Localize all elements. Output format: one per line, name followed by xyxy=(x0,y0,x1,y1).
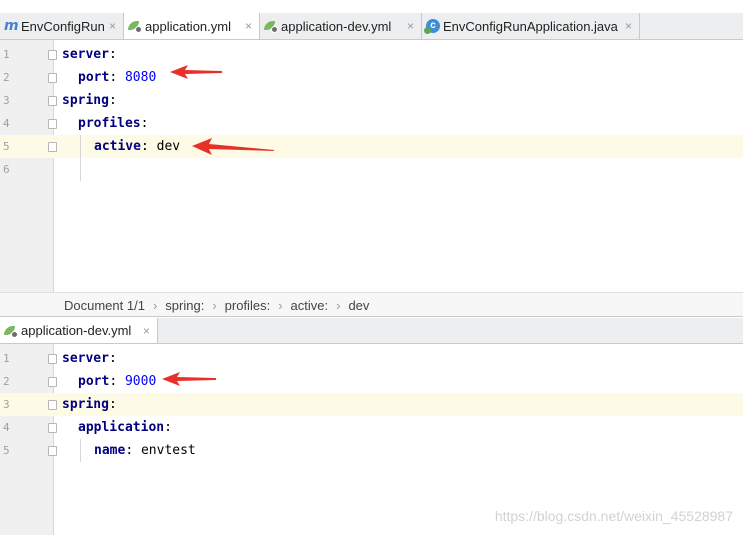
code-text: profiles: xyxy=(78,116,149,131)
line-number: 2 xyxy=(3,71,10,84)
editor-application-dev-yml[interactable]: 1 server: 2 port: 9000 3 spring: 4 appli… xyxy=(0,344,743,535)
code-line[interactable]: 4 application: xyxy=(0,416,743,439)
tab-envconfigrunapplication-java[interactable]: c EnvConfigRunApplication.java × xyxy=(422,13,640,39)
red-arrow-icon xyxy=(170,65,222,79)
breadcrumb-item[interactable]: profiles: xyxy=(225,298,271,313)
line-number: 3 xyxy=(3,398,10,411)
code-line-current[interactable]: 3 spring: xyxy=(0,393,743,416)
fold-icon[interactable] xyxy=(48,50,57,60)
fold-icon[interactable] xyxy=(48,400,57,410)
code-text: spring: xyxy=(62,93,117,108)
tab-label: EnvConfigRun xyxy=(21,18,105,34)
code-line[interactable]: 3 spring: xyxy=(0,89,743,112)
fold-icon[interactable] xyxy=(48,377,57,387)
tab-application-dev-yml[interactable]: application-dev.yml × xyxy=(260,13,422,39)
fold-icon[interactable] xyxy=(48,446,57,456)
editor-tab-bar: m EnvConfigRun × application.yml × appli… xyxy=(0,13,743,40)
close-icon[interactable]: × xyxy=(407,19,414,33)
line-number: 1 xyxy=(3,352,10,365)
fold-icon[interactable] xyxy=(48,354,57,364)
red-arrow-icon xyxy=(192,138,274,155)
spring-yml-icon xyxy=(4,324,18,338)
line-number: 6 xyxy=(3,163,10,176)
code-text: port: 8080 xyxy=(78,70,157,85)
tab-label: EnvConfigRunApplication.java xyxy=(443,18,618,34)
spring-yml-icon xyxy=(128,19,142,33)
fold-icon[interactable] xyxy=(48,96,57,106)
code-text: server: xyxy=(62,47,117,62)
code-line[interactable]: 6 xyxy=(0,158,743,181)
tab-label: application-dev.yml xyxy=(21,323,132,338)
breadcrumb: Document 1/1 › spring: › profiles: › active: › d… xyxy=(0,292,743,317)
breadcrumb-separator: › xyxy=(336,298,341,313)
code-line[interactable]: 5 name: envtest xyxy=(0,439,743,462)
split-tab-bar: application-dev.yml × xyxy=(0,318,743,344)
tab-application-dev-yml[interactable]: application-dev.yml × xyxy=(0,318,158,343)
line-number: 4 xyxy=(3,117,10,130)
fold-icon[interactable] xyxy=(48,423,57,433)
code-line[interactable]: 2 port: 8080 xyxy=(0,66,743,89)
code-text: port: 9000 xyxy=(78,374,157,389)
line-number: 3 xyxy=(3,94,10,107)
close-icon[interactable]: × xyxy=(245,19,252,33)
code-text: name: envtest xyxy=(94,443,196,458)
breadcrumb-item[interactable]: dev xyxy=(348,298,369,313)
code-line-current[interactable]: 5 active: dev xyxy=(0,135,743,158)
code-text: spring: xyxy=(62,397,117,412)
line-number: 4 xyxy=(3,421,10,434)
red-arrow-icon xyxy=(162,372,216,386)
breadcrumb-item[interactable]: active: xyxy=(291,298,329,313)
line-number: 2 xyxy=(3,375,10,388)
maven-m-icon: m xyxy=(4,18,19,34)
tab-application-yml[interactable]: application.yml × xyxy=(124,13,260,39)
breadcrumb-separator: › xyxy=(152,298,158,313)
line-number: 1 xyxy=(3,48,10,61)
fold-icon[interactable] xyxy=(48,73,57,83)
fold-icon[interactable] xyxy=(48,119,57,129)
breadcrumb-separator: › xyxy=(212,298,217,313)
code-line[interactable]: 2 port: 9000 xyxy=(0,370,743,393)
java-class-icon: c xyxy=(424,19,440,34)
code-text: application: xyxy=(78,420,172,435)
editor-application-yml[interactable]: 1 server: 2 port: 8080 3 spring: 4 profi… xyxy=(0,40,743,292)
code-text: active: dev xyxy=(94,139,181,154)
fold-icon[interactable] xyxy=(48,142,57,152)
breadcrumb-item[interactable]: spring: xyxy=(165,298,204,313)
spring-yml-icon xyxy=(264,19,278,33)
close-icon[interactable]: × xyxy=(109,19,116,33)
line-number: 5 xyxy=(3,140,10,153)
indent-guide xyxy=(80,135,81,181)
breadcrumb-separator: › xyxy=(278,298,283,313)
code-text: server: xyxy=(62,351,117,366)
tab-envconfigrun[interactable]: m EnvConfigRun × xyxy=(0,13,124,39)
close-icon[interactable]: × xyxy=(625,19,632,33)
breadcrumb-item[interactable]: Document 1/1 xyxy=(64,298,145,313)
code-line[interactable]: 4 profiles: xyxy=(0,112,743,135)
tab-label: application-dev.yml xyxy=(281,18,392,34)
code-line[interactable]: 1 server: xyxy=(0,43,743,66)
watermark-text: https://blog.csdn.net/weixin_45528987 xyxy=(494,508,733,524)
code-line[interactable]: 1 server: xyxy=(0,347,743,370)
tab-label: application.yml xyxy=(145,18,231,34)
line-number: 5 xyxy=(3,444,10,457)
close-icon[interactable]: × xyxy=(143,324,150,338)
indent-guide xyxy=(80,439,81,462)
